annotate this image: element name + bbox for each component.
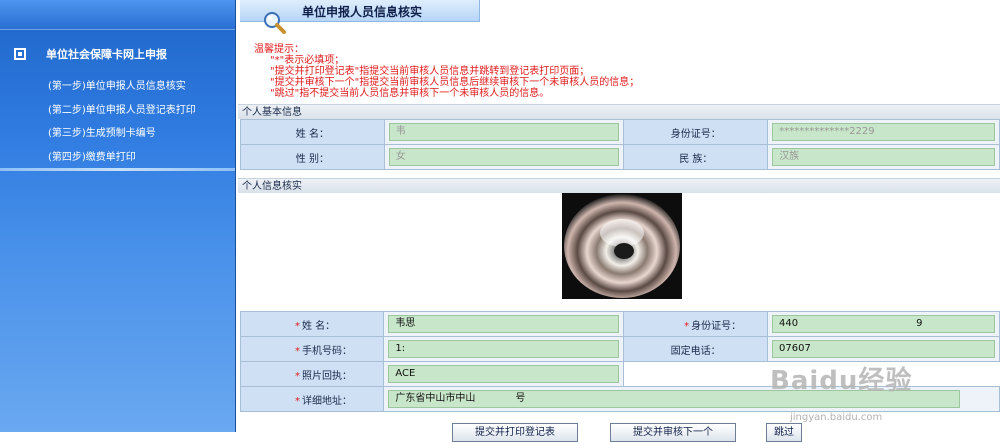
sidebar-item-step2[interactable]: (第二步)单位申报人员登记表打印 [48,101,196,116]
magnifier-icon [264,12,286,34]
basic-info-section-title: 个人基本信息 [238,104,1000,119]
tip-line: "提交并审核下一个"指提交当前审核人员信息后继续审核下一个未审核人员的信息； [270,77,640,88]
verify-id-value: 440 [779,318,799,329]
sidebar-item-step4[interactable]: (第四步)缴费单打印 [48,148,136,163]
verify-section-title: 个人信息核实 [238,178,1000,193]
sidebar-item-step1[interactable]: (第一步)单位申报人员信息核实 [48,77,186,92]
name-label: 姓 名： [240,119,385,145]
sidebar: 单位社会保障卡网上申报 (第一步)单位申报人员信息核实 (第二步)单位申报人员登… [0,0,236,432]
skip-button[interactable]: 跳过 [766,423,802,442]
address-value: 广东省中山市中山 [395,393,476,404]
sidebar-divider [0,168,235,171]
required-mark: * [295,370,300,382]
landline-label: 固定电话： [623,336,769,362]
sidebar-heading-label: 单位社会保障卡网上申报 [46,48,167,61]
basic-ethnic-field: 汉族 [772,148,995,166]
baidu-watermark: Baidu经验 [770,366,913,396]
ethnic-label: 民 族： [623,144,769,170]
tip-line: "*"表示必填项； [270,55,345,66]
verify-id-label: 身份证号： [691,320,742,332]
page-title: 单位申报人员信息核实 [302,5,423,19]
gender-label: 性 别： [240,144,385,170]
submit-next-button[interactable]: 提交并审核下一个 [610,423,736,442]
photo-image [562,193,682,299]
tips-box: 温馨提示： "*"表示必填项； "提交并打印登记表"指提交当前审核人员信息并跳转… [254,44,639,99]
address-label: 详细地址： [302,395,352,407]
required-mark: * [295,320,300,332]
basic-gender-field: 女 [388,148,620,166]
required-mark: * [295,345,300,357]
id-photo [562,193,682,299]
verify-id-input[interactable]: 440 9 [772,315,995,333]
basic-info-table: 姓 名： 韦 身份证号： **************2229 性 别： 女 民… [240,119,1000,170]
required-mark: * [295,395,300,407]
menu-square-icon [14,48,26,60]
phone-label: 手机号码： [302,345,352,357]
submit-print-button[interactable]: 提交并打印登记表 [452,423,578,442]
landline-input[interactable]: 07607 [772,340,995,358]
sidebar-menu-heading[interactable]: 单位社会保障卡网上申报 [14,46,167,62]
phone-input[interactable]: 1: [388,340,620,358]
watermark-url: jingyan.baidu.com [790,412,883,423]
tips-heading: 温馨提示： [254,44,304,55]
tip-line: "跳过"指不提交当前人员信息并审核下一个未审核人员的信息。 [270,88,550,99]
required-mark: * [684,320,690,332]
id-label: 身份证号： [623,119,769,145]
receipt-input[interactable]: ACE [388,365,620,383]
receipt-label: 照片回执： [302,370,352,382]
address-tail: 号 [515,393,526,404]
sidebar-header-band [0,0,235,30]
verify-id-tail: 9 [916,318,923,329]
basic-name-field: 韦 [388,123,620,141]
verify-name-label: 姓 名： [302,320,336,332]
sidebar-item-step3[interactable]: (第三步)生成预制卡编号 [48,124,156,139]
tip-line: "提交并打印登记表"指提交当前审核人员信息并跳转到登记表打印页面； [270,66,590,77]
basic-id-field: **************2229 [772,123,995,141]
verify-name-input[interactable]: 韦思 [388,315,620,333]
